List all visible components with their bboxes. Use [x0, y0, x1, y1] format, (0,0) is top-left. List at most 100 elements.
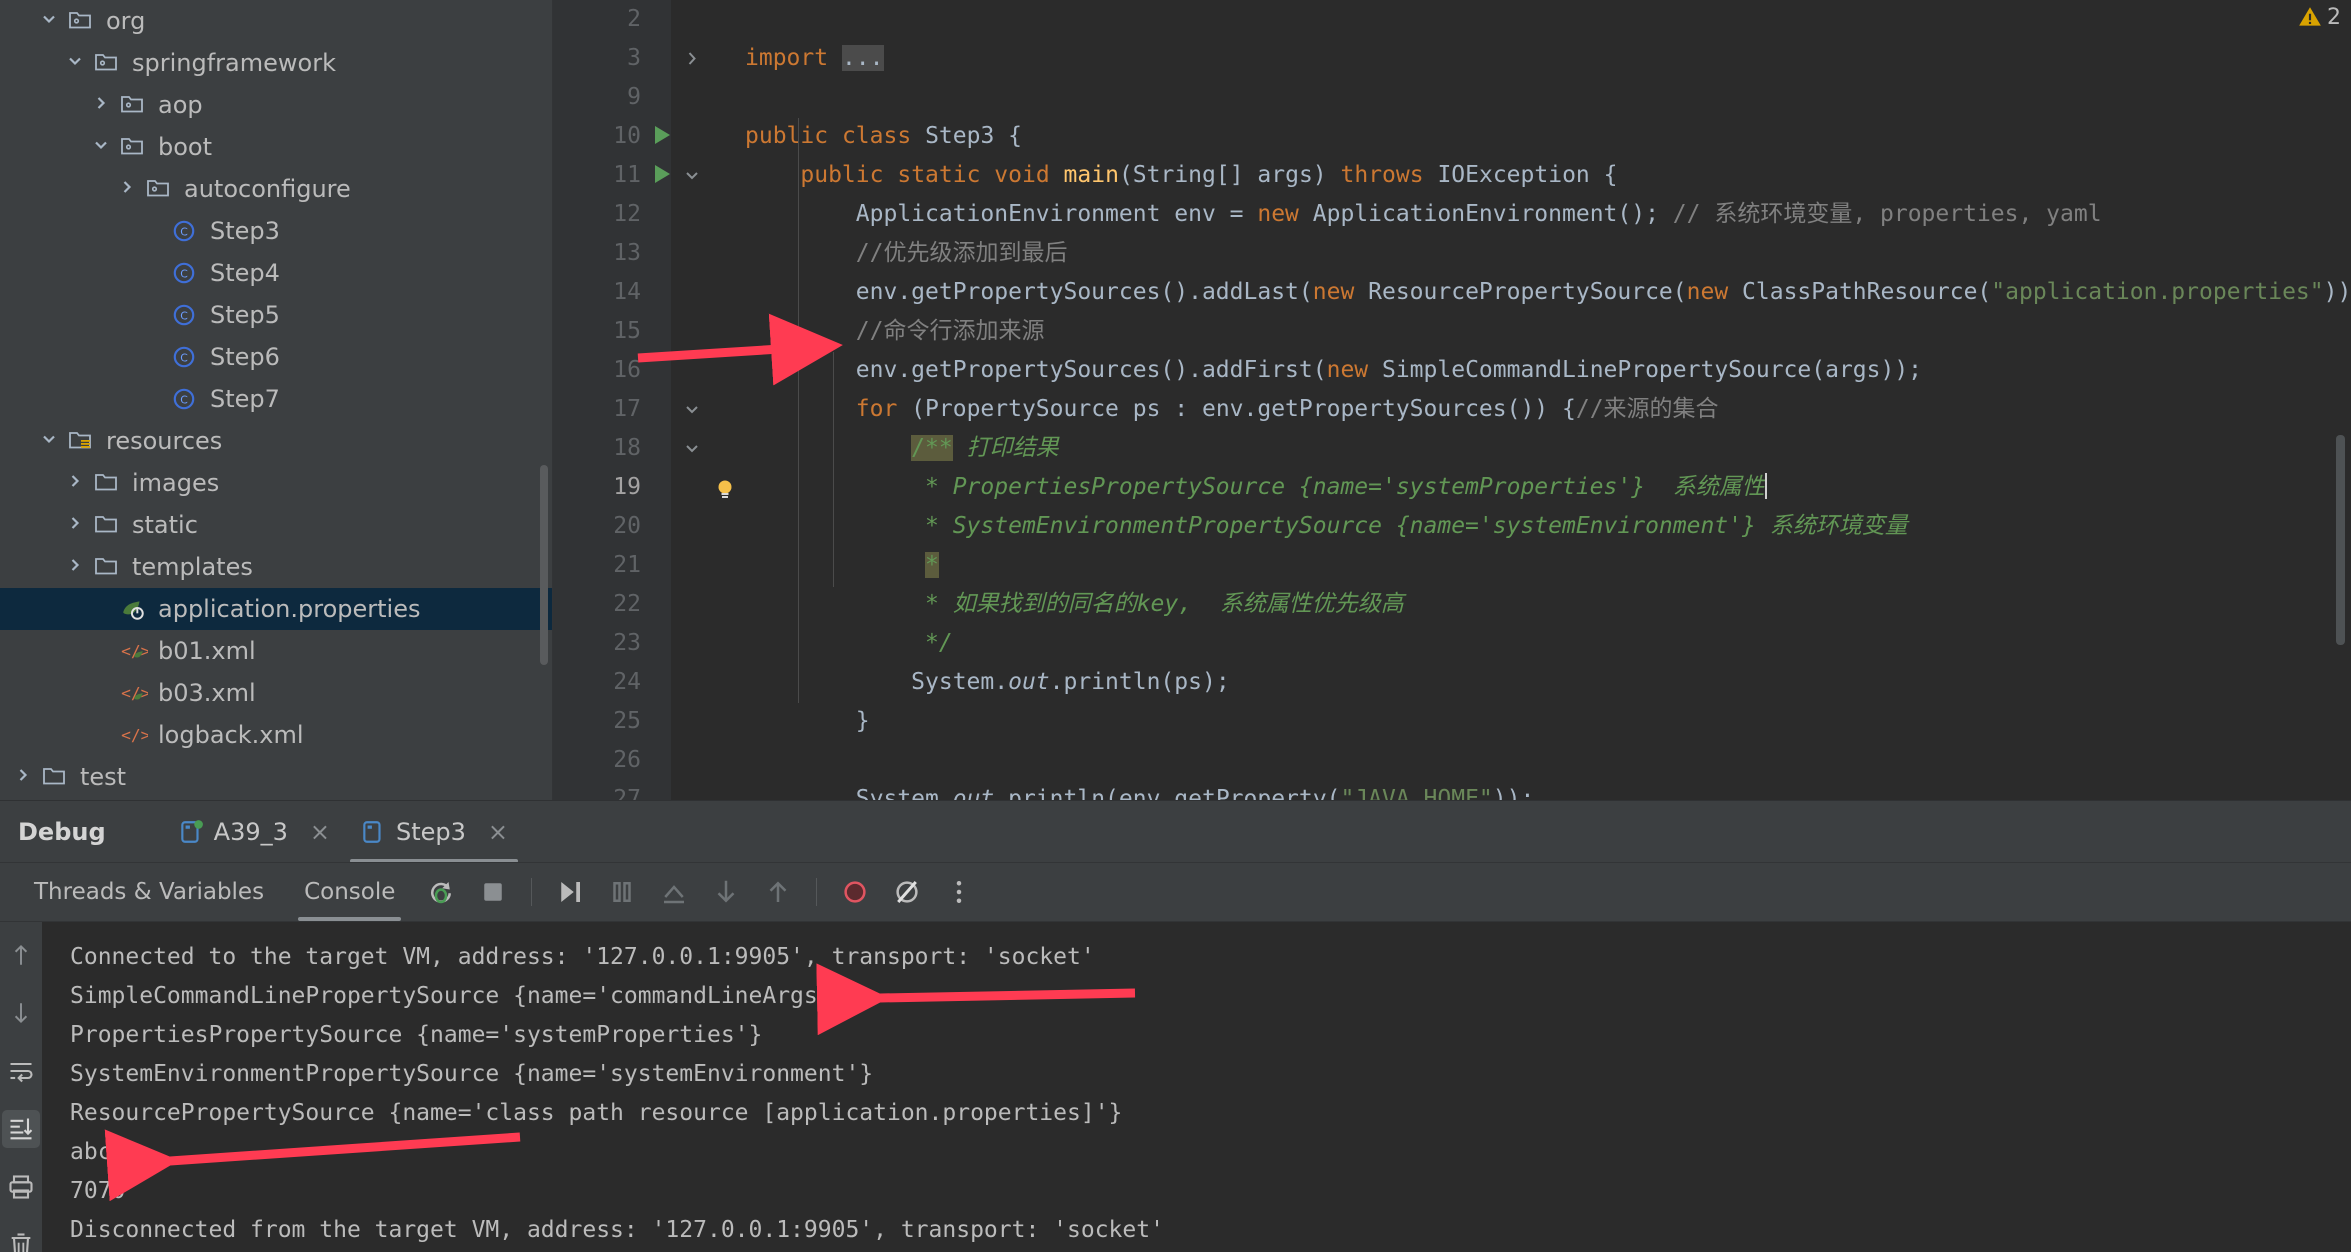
step-out-icon[interactable]	[648, 866, 700, 918]
resume-program-icon[interactable]	[544, 866, 596, 918]
debug-session-tab-step3[interactable]: Step3 ×	[350, 801, 519, 863]
token-identifier: )));	[2323, 279, 2351, 305]
tree-item-logback-xml[interactable]: </> logback.xml	[0, 714, 553, 756]
clear-all-icon[interactable]	[2, 1226, 40, 1252]
tree-item-label: autoconfigure	[184, 175, 351, 203]
console-line: ResourcePropertySource {name='class path…	[70, 1100, 1123, 1126]
svg-text:C: C	[180, 309, 188, 322]
code-line[interactable]: 17 for (PropertySource ps : env.getPrope…	[553, 390, 2351, 429]
step-over-icon[interactable]	[752, 866, 804, 918]
debug-session-tab-a39_3[interactable]: A39_3 ×	[168, 801, 340, 863]
chevron-right-icon[interactable]	[110, 175, 144, 203]
chevron-down-icon[interactable]	[58, 49, 92, 77]
tree-scrollbar[interactable]	[540, 465, 548, 665]
code-lines[interactable]: 2 3 import ... 9 10 public class Step3 {11 pu…	[553, 0, 2351, 800]
stop-icon[interactable]	[467, 866, 519, 918]
code-line[interactable]: 22 * 如果找到的同名的key, 系统属性优先级高	[553, 585, 2351, 624]
rerun-debug-icon[interactable]	[415, 866, 467, 918]
tree-item-org[interactable]: org	[0, 0, 553, 42]
indent-guide	[833, 352, 834, 587]
code-line[interactable]: 10 public class Step3 {	[553, 117, 2351, 156]
code-line[interactable]: 12 ApplicationEnvironment env = new Appl…	[553, 195, 2351, 234]
code-line[interactable]: 2	[553, 0, 2351, 39]
tree-item-label: resources	[106, 427, 223, 455]
code-line[interactable]: 27 System.out.println(env.getProperty("J…	[553, 780, 2351, 800]
code-line[interactable]: 26	[553, 741, 2351, 780]
step-into-icon[interactable]	[700, 866, 752, 918]
chevron-down-icon[interactable]	[32, 7, 66, 35]
warning-badge[interactable]: 2	[2297, 4, 2341, 30]
tree-item-autoconfigure[interactable]: autoconfigure	[0, 168, 553, 210]
token-identifier: ));	[1492, 786, 1535, 800]
console-output[interactable]: Connected to the target VM, address: '12…	[42, 922, 2351, 1252]
more-options-icon[interactable]	[933, 866, 985, 918]
code-line[interactable]: 21 *	[553, 546, 2351, 585]
run-gutter-icon[interactable]	[655, 126, 670, 144]
tree-item-images[interactable]: images	[0, 462, 553, 504]
chevron-right-icon[interactable]	[84, 91, 118, 119]
token-keyword: import	[745, 45, 829, 71]
code-line[interactable]: 18 /** 打印结果	[553, 429, 2351, 468]
tree-item-resources[interactable]: resources	[0, 420, 553, 462]
chevron-right-icon[interactable]	[6, 763, 40, 791]
tree-item-static[interactable]: static	[0, 504, 553, 546]
code-line[interactable]: 20 * SystemEnvironmentPropertySource {na…	[553, 507, 2351, 546]
tree-item-step4[interactable]: C Step4	[0, 252, 553, 294]
soft-wrap-icon[interactable]	[2, 1052, 40, 1090]
code-line[interactable]: 13 //优先级添加到最后	[553, 234, 2351, 273]
print-icon[interactable]	[2, 1168, 40, 1206]
chevron-down-icon[interactable]	[84, 133, 118, 161]
close-tab-icon[interactable]: ×	[310, 818, 330, 846]
view-breakpoints-icon[interactable]	[881, 866, 933, 918]
tree-item-templates[interactable]: templates	[0, 546, 553, 588]
chevron-right-icon[interactable]	[58, 553, 92, 581]
code-line[interactable]: 14 env.getPropertySources().addLast(new …	[553, 273, 2351, 312]
intention-bulb-icon[interactable]	[713, 476, 735, 498]
tree-item-aop[interactable]: aop	[0, 84, 553, 126]
tree-item-step6[interactable]: C Step6	[0, 336, 553, 378]
tree-item-step5[interactable]: C Step5	[0, 294, 553, 336]
debug-panel-title: Debug	[18, 818, 106, 846]
scroll-up-icon[interactable]	[2, 936, 40, 974]
tree-item-test[interactable]: test	[0, 756, 553, 798]
svg-text:C: C	[180, 393, 188, 406]
run-config-icon	[363, 821, 381, 843]
code-line[interactable]: 15 //命令行添加来源	[553, 312, 2351, 351]
run-gutter-icon[interactable]	[655, 165, 670, 183]
code-line[interactable]: 25 }	[553, 702, 2351, 741]
debug-toolbar: Threads & Variables Console	[0, 863, 2351, 921]
mute-breakpoints-icon[interactable]	[829, 866, 881, 918]
close-tab-icon[interactable]: ×	[488, 818, 508, 846]
code-line[interactable]: 16 env.getPropertySources().addFirst(new…	[553, 351, 2351, 390]
code-line[interactable]: 24 System.out.println(ps);	[553, 663, 2351, 702]
scroll-to-end-icon[interactable]	[2, 1110, 40, 1148]
pause-program-icon[interactable]	[596, 866, 648, 918]
code-line[interactable]: 9	[553, 78, 2351, 117]
chevron-right-icon[interactable]	[58, 511, 92, 539]
tree-item-boot[interactable]: boot	[0, 126, 553, 168]
scroll-down-icon[interactable]	[2, 994, 40, 1032]
line-number: 24	[613, 669, 641, 695]
tree-item-springframework[interactable]: springframework	[0, 42, 553, 84]
code-line[interactable]: 23 */	[553, 624, 2351, 663]
code-line[interactable]: 19 * PropertiesPropertySource {name='sys…	[553, 468, 2351, 507]
tree-item-b03-xml[interactable]: </> b03.xml	[0, 672, 553, 714]
tree-item-step7[interactable]: C Step7	[0, 378, 553, 420]
tree-item-step3[interactable]: C Step3	[0, 210, 553, 252]
project-tree[interactable]: org springframework aop boot autoconfigure C S…	[0, 0, 553, 800]
tree-item-b01-xml[interactable]: </> b01.xml	[0, 630, 553, 672]
folded-imports[interactable]: ...	[841, 45, 884, 71]
tab-console[interactable]: Console	[284, 863, 415, 921]
code-text: for (PropertySource ps : env.getProperty…	[745, 390, 1719, 429]
chevron-down-icon[interactable]	[32, 427, 66, 455]
code-editor[interactable]: 2 3 import ... 9 10 public class Step3 {11 pu…	[553, 0, 2351, 800]
tree-item-label: b01.xml	[158, 637, 256, 665]
tree-item-application-properties[interactable]: application.properties	[0, 588, 553, 630]
tab-threads-and-variables[interactable]: Threads & Variables	[14, 863, 284, 921]
svg-text:C: C	[180, 267, 188, 280]
chevron-right-icon[interactable]	[58, 469, 92, 497]
code-line[interactable]: 3 import ...	[553, 39, 2351, 78]
editor-scrollbar[interactable]	[2336, 435, 2345, 645]
code-line[interactable]: 11 public static void main(String[] args…	[553, 156, 2351, 195]
tree-item-label: Step3	[210, 217, 280, 245]
